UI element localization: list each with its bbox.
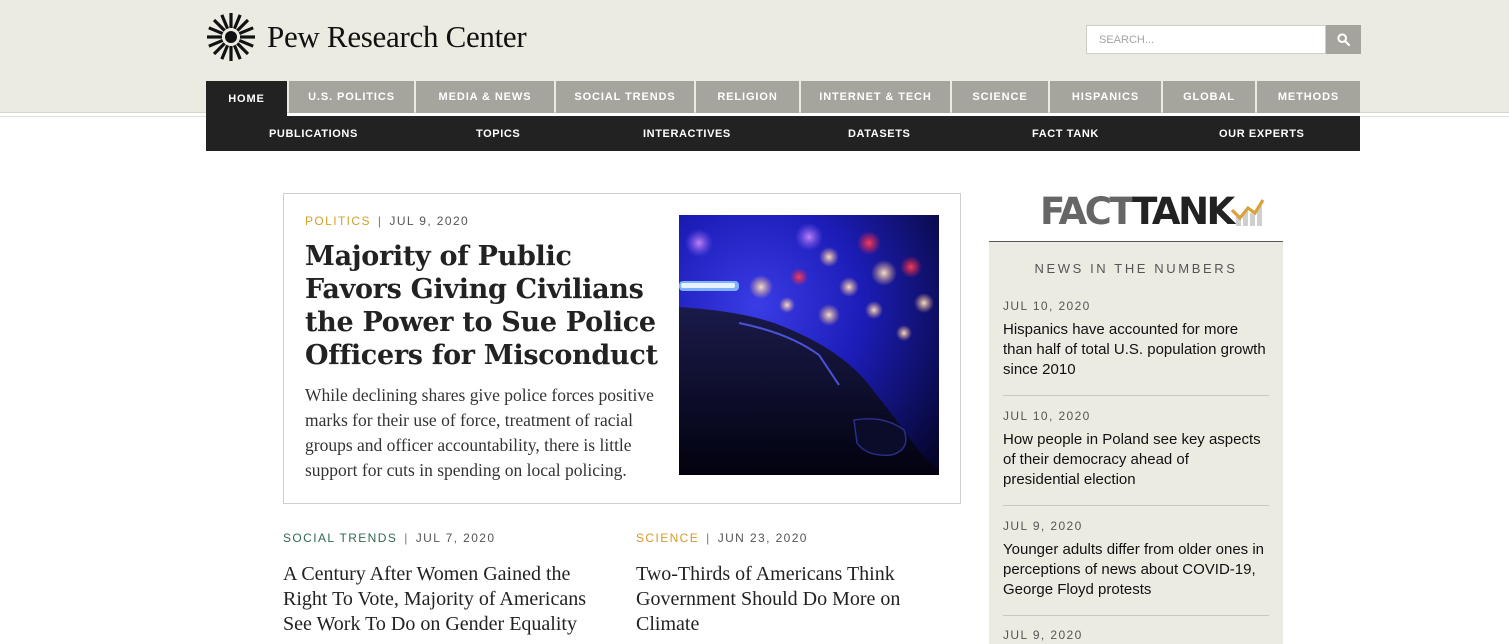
subnav-publications[interactable]: PUBLICATIONS [269, 116, 358, 151]
site-logo[interactable]: Pew Research Center [206, 12, 527, 62]
featured-date: JUL 9, 2020 [389, 214, 470, 228]
subnav-topics[interactable]: TOPICS [476, 116, 520, 151]
fact-tank-item-title[interactable]: How people in Poland see key aspects of … [1003, 430, 1269, 490]
fact-tank-logo-tank: TANK [1132, 190, 1235, 233]
fact-tank-panel: NEWS IN THE NUMBERS JUL 10, 2020 Hispani… [989, 241, 1283, 644]
nav-tab-science[interactable]: SCIENCE [952, 81, 1048, 113]
story-date: JUN 23, 2020 [717, 531, 808, 545]
story-card: SOCIAL TRENDS | JUL 7, 2020 A Century Af… [283, 531, 603, 637]
story-meta: SCIENCE | JUN 23, 2020 [636, 531, 936, 545]
police-car-night-image [679, 215, 939, 475]
featured-category[interactable]: POLITICS [305, 214, 371, 228]
story-category[interactable]: SCIENCE [636, 531, 699, 545]
fact-tank-item: JUL 9, 2020 Younger adults differ from o… [1003, 519, 1269, 600]
fact-tank-item-title[interactable]: Hispanics have accounted for more than h… [1003, 320, 1269, 380]
nav-tab-social-trends[interactable]: SOCIAL TRENDS [556, 81, 694, 113]
fact-tank-logo-fact: FACT [1040, 190, 1135, 233]
meta-separator: | [377, 214, 383, 228]
subnav-datasets[interactable]: DATASETS [848, 116, 910, 151]
nav-tab-home[interactable]: HOME [206, 81, 287, 116]
fact-tank-divider [1003, 615, 1269, 616]
search-button[interactable] [1326, 25, 1361, 54]
fact-tank-item: JUL 10, 2020 How people in Poland see ke… [1003, 409, 1269, 490]
fact-tank-item-date: JUL 9, 2020 [1003, 519, 1083, 533]
nav-tab-religion[interactable]: RELIGION [696, 81, 799, 113]
secondary-nav: PUBLICATIONS TOPICS INTERACTIVES DATASET… [206, 116, 1360, 151]
story-category[interactable]: SOCIAL TRENDS [283, 531, 397, 545]
story-meta: SOCIAL TRENDS | JUL 7, 2020 [283, 531, 603, 545]
story-title[interactable]: Two-Thirds of Americans Think Government… [636, 562, 936, 637]
nav-tab-methods[interactable]: METHODS [1257, 81, 1360, 113]
trend-chart-icon [1230, 199, 1265, 226]
fact-tank-divider [1003, 505, 1269, 506]
story-date: JUL 7, 2020 [415, 531, 496, 545]
primary-nav: HOME U.S. POLITICS MEDIA & NEWS SOCIAL T… [206, 81, 1360, 116]
subnav-our-experts[interactable]: OUR EXPERTS [1219, 116, 1304, 151]
fact-tank-item-date: JUL 9, 2020 [1003, 628, 1083, 642]
nav-tab-media-news[interactable]: MEDIA & NEWS [416, 81, 554, 113]
search-input[interactable] [1086, 25, 1326, 54]
pew-sunburst-icon [207, 13, 255, 61]
nav-tab-hispanics[interactable]: HISPANICS [1050, 81, 1161, 113]
fact-tank-item: JUL 9, 2020 [1003, 628, 1269, 642]
fact-tank-divider [1003, 395, 1269, 396]
featured-summary: While declining shares give police force… [305, 385, 654, 480]
fact-tank-logo[interactable]: FACT TANK [1040, 192, 1265, 232]
fact-tank-item: JUL 10, 2020 Hispanics have accounted fo… [1003, 299, 1269, 380]
featured-image-police-car[interactable] [679, 215, 939, 475]
featured-story: POLITICS | JUL 9, 2020 Majority of Publi… [283, 193, 961, 504]
featured-meta: POLITICS | JUL 9, 2020 [305, 214, 469, 228]
nav-tab-internet-tech[interactable]: INTERNET & TECH [801, 81, 950, 113]
nav-tab-global[interactable]: GLOBAL [1163, 81, 1255, 113]
fact-tank-heading: NEWS IN THE NUMBERS [1034, 261, 1238, 276]
nav-tab-us-politics[interactable]: U.S. POLITICS [289, 81, 414, 113]
story-card: SCIENCE | JUN 23, 2020 Two-Thirds of Ame… [636, 531, 936, 637]
search-icon [1337, 33, 1350, 46]
meta-separator: | [706, 531, 711, 545]
fact-tank-item-date: JUL 10, 2020 [1003, 409, 1091, 423]
fact-tank-item-date: JUL 10, 2020 [1003, 299, 1091, 313]
featured-title[interactable]: Majority of Public Favors Giving Civilia… [305, 240, 661, 372]
search-bar [1086, 25, 1361, 54]
subnav-interactives[interactable]: INTERACTIVES [643, 116, 731, 151]
meta-separator: | [404, 531, 409, 545]
subnav-fact-tank[interactable]: FACT TANK [1032, 116, 1099, 151]
fact-tank-item-title[interactable]: Younger adults differ from older ones in… [1003, 540, 1269, 600]
site-logo-text: Pew Research Center [267, 19, 527, 54]
story-title[interactable]: A Century After Women Gained the Right T… [283, 562, 603, 637]
